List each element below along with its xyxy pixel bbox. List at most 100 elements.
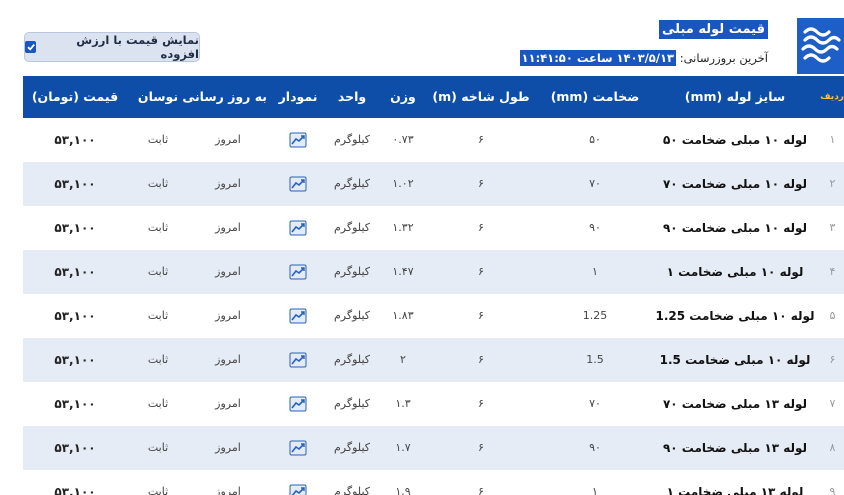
branch-length: ۶ xyxy=(478,265,484,278)
update-date: امروز xyxy=(215,485,241,495)
row-index: ۹ xyxy=(829,485,836,495)
row-index: ۸ xyxy=(829,441,836,454)
pipe-thickness: ۷۰ xyxy=(589,397,601,410)
price-value: ۵۳,۱۰۰ xyxy=(54,177,96,191)
checkbox-checked-icon[interactable] xyxy=(25,41,37,53)
price-change: ثابت xyxy=(147,353,169,366)
table-row[interactable]: ۲ لوله ۱۰ مبلی ضخامت ۷۰ ۷۰ ۶ ۱.۰۲ کیلوگر… xyxy=(23,162,844,206)
pipe-thickness: 1.5 xyxy=(586,353,604,366)
chart-line-icon[interactable] xyxy=(289,308,307,324)
update-date: امروز xyxy=(215,221,241,234)
chart-line-icon[interactable] xyxy=(289,484,307,495)
pipe-size[interactable]: لوله ۱۳ مبلی ضخامت ۷۰ xyxy=(655,382,815,426)
branch-length: ۶ xyxy=(478,133,484,146)
chart-cell xyxy=(271,382,325,426)
chart-cell xyxy=(271,206,325,250)
pipe-thickness: ۹۰ xyxy=(589,221,601,234)
table-row[interactable]: ۹ لوله ۱۳ مبلی ضخامت ۱ ۱ ۶ ۱.۹ کیلوگرم ا… xyxy=(23,470,844,495)
chart-line-icon[interactable] xyxy=(289,396,307,412)
col-chart: نمودار xyxy=(278,89,318,104)
chart-line-icon[interactable] xyxy=(289,352,307,368)
pipe-size[interactable]: لوله ۱۰ مبلی ضخامت ۵۰ xyxy=(655,118,815,162)
table-row[interactable]: ۳ لوله ۱۰ مبلی ضخامت ۹۰ ۹۰ ۶ ۱.۳۲ کیلوگر… xyxy=(23,206,844,250)
chart-cell xyxy=(271,250,325,294)
page-title: قیمت لوله مبلی xyxy=(659,20,768,39)
chart-cell xyxy=(271,118,325,162)
company-logo-icon[interactable] xyxy=(797,18,844,74)
chart-cell xyxy=(271,162,325,206)
chart-line-icon[interactable] xyxy=(289,220,307,236)
table-row[interactable]: ۷ لوله ۱۳ مبلی ضخامت ۷۰ ۷۰ ۶ ۱.۳ کیلوگرم… xyxy=(23,382,844,426)
chart-line-icon[interactable] xyxy=(289,132,307,148)
branch-length: ۶ xyxy=(478,353,484,366)
chart-cell xyxy=(271,338,325,382)
price-change: ثابت xyxy=(147,133,169,146)
pipe-thickness: ۹۰ xyxy=(589,441,601,454)
row-index: ۱ xyxy=(829,133,836,146)
col-length[interactable]: طول شاخه (m) xyxy=(429,76,533,118)
chart-line-icon[interactable] xyxy=(289,440,307,456)
pipe-size[interactable]: لوله ۱۰ مبلی ضخامت 1.25 xyxy=(655,294,815,338)
chart-cell xyxy=(271,294,325,338)
unit: کیلوگرم xyxy=(334,265,370,278)
pipe-size[interactable]: لوله ۱۳ مبلی ضخامت ۹۰ xyxy=(655,426,815,470)
pipe-size[interactable]: لوله ۱۰ مبلی ضخامت ۷۰ xyxy=(655,162,815,206)
row-index: ۳ xyxy=(829,221,836,234)
unit: کیلوگرم xyxy=(334,177,370,190)
price-value: ۵۳,۱۰۰ xyxy=(54,441,96,455)
weight: ۱.۴۷ xyxy=(392,265,414,278)
branch-length: ۶ xyxy=(478,177,484,190)
col-change[interactable]: نوسان xyxy=(129,76,187,118)
update-date: امروز xyxy=(215,441,241,454)
pipe-thickness: ۵۰ xyxy=(589,133,601,146)
table-body: ۱ لوله ۱۰ مبلی ضخامت ۵۰ ۵۰ ۶ ۰.۷۳ کیلوگر… xyxy=(23,118,844,495)
table-row[interactable]: ۸ لوله ۱۳ مبلی ضخامت ۹۰ ۹۰ ۶ ۱.۷ کیلوگرم… xyxy=(23,426,844,470)
branch-length: ۶ xyxy=(478,485,484,495)
price-value: ۵۳,۱۰۰ xyxy=(54,265,96,279)
pipe-size[interactable]: لوله ۱۰ مبلی ضخامت ۱ xyxy=(655,250,815,294)
weight: ۱.۳۲ xyxy=(392,221,414,234)
row-index: ۷ xyxy=(829,397,836,410)
vat-toggle[interactable]: نمایش قیمت با ارزش افزوده xyxy=(24,32,200,62)
price-value: ۵۳,۱۰۰ xyxy=(54,397,96,411)
unit: کیلوگرم xyxy=(334,221,370,234)
pipe-thickness: 1.25 xyxy=(582,309,608,322)
col-weight[interactable]: وزن xyxy=(383,76,423,118)
row-index: ۲ xyxy=(829,177,836,190)
branch-length: ۶ xyxy=(478,221,484,234)
unit: کیلوگرم xyxy=(334,397,370,410)
unit: کیلوگرم xyxy=(334,133,370,146)
unit: کیلوگرم xyxy=(334,353,370,366)
price-table: ردیف سایز لوله (mm) ضخامت (mm) طول شاخه … xyxy=(23,76,844,495)
col-index: ردیف xyxy=(820,92,844,102)
chart-cell xyxy=(271,470,325,495)
price-change: ثابت xyxy=(147,221,169,234)
pipe-thickness: ۷۰ xyxy=(589,177,601,190)
table-row[interactable]: ۱ لوله ۱۰ مبلی ضخامت ۵۰ ۵۰ ۶ ۰.۷۳ کیلوگر… xyxy=(23,118,844,162)
col-thickness[interactable]: ضخامت (mm) xyxy=(539,76,651,118)
col-updated[interactable]: به روز رسانی xyxy=(182,76,267,118)
table-row[interactable]: ۵ لوله ۱۰ مبلی ضخامت 1.25 1.25 ۶ ۱.۸۳ کی… xyxy=(23,294,844,338)
pipe-size[interactable]: لوله ۱۰ مبلی ضخامت ۹۰ xyxy=(655,206,815,250)
table-header: ردیف سایز لوله (mm) ضخامت (mm) طول شاخه … xyxy=(23,76,844,118)
col-price[interactable]: قیمت (تومان) xyxy=(23,76,127,118)
price-change: ثابت xyxy=(147,485,169,495)
pipe-size[interactable]: لوله ۱۳ مبلی ضخامت ۱ xyxy=(655,470,815,495)
last-update-label: آخرین بروزرسانی: xyxy=(679,51,768,65)
price-value: ۵۳,۱۰۰ xyxy=(54,353,96,367)
price-value: ۵۳,۱۰۰ xyxy=(54,221,96,235)
chart-line-icon[interactable] xyxy=(289,176,307,192)
pipe-size[interactable]: لوله ۱۰ مبلی ضخامت 1.5 xyxy=(655,338,815,382)
row-index: ۶ xyxy=(829,353,836,366)
price-page: قیمت لوله مبلی آخرین بروزرسانی: ۱۴۰۳/۵/۱… xyxy=(0,0,844,495)
update-date: امروز xyxy=(215,265,241,278)
last-update: آخرین بروزرسانی: ۱۴۰۳/۵/۱۳ ساعت ۱۱:۴۱:۵۰ xyxy=(519,50,768,66)
price-value: ۵۳,۱۰۰ xyxy=(54,485,96,495)
table-row[interactable]: ۴ لوله ۱۰ مبلی ضخامت ۱ ۱ ۶ ۱.۴۷ کیلوگرم … xyxy=(23,250,844,294)
chart-line-icon[interactable] xyxy=(289,264,307,280)
col-size[interactable]: سایز لوله (mm) xyxy=(655,76,815,118)
price-change: ثابت xyxy=(147,441,169,454)
branch-length: ۶ xyxy=(478,441,484,454)
table-row[interactable]: ۶ لوله ۱۰ مبلی ضخامت 1.5 1.5 ۶ ۲ کیلوگرم… xyxy=(23,338,844,382)
row-index: ۵ xyxy=(829,309,836,322)
